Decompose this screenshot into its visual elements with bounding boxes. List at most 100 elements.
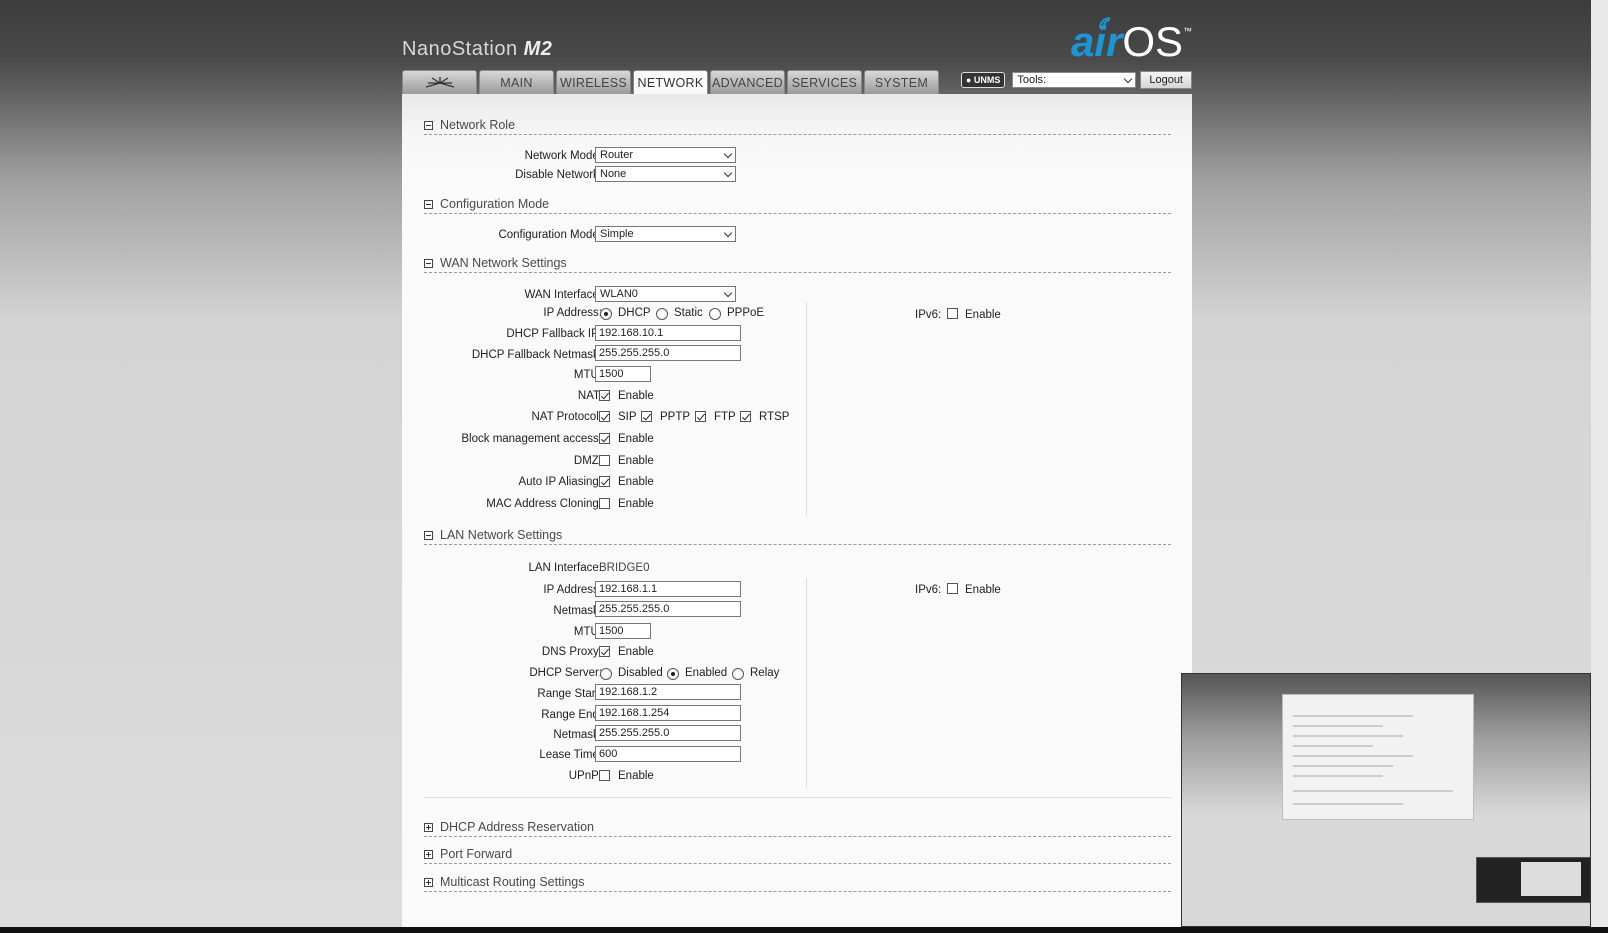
unms-button[interactable]: ● UNMS [960, 72, 1006, 88]
nat-checkbox[interactable] [599, 390, 610, 401]
collapse-icon[interactable] [424, 121, 433, 130]
divider [424, 797, 1171, 798]
configuration-mode-label: Configuration Mode: [498, 229, 602, 241]
section-port-forward[interactable]: Port Forward [424, 847, 1171, 864]
dhcp-fallback-netmask-label: DHCP Fallback Netmask: [471, 349, 602, 361]
logout-button[interactable]: Logout [1140, 71, 1192, 89]
window-preview-thumbnail[interactable] [1181, 673, 1591, 927]
range-netmask-field[interactable]: 255.255.255.0 [595, 725, 741, 741]
chevron-down-icon [723, 149, 733, 159]
page-scrollbar[interactable] [1591, 0, 1608, 927]
nat-rtsp-checkbox[interactable] [740, 411, 751, 422]
brand-name: NanoStation M2 [402, 38, 553, 60]
wan-ip-static-radio[interactable] [656, 308, 668, 320]
block-management-checkbox[interactable] [599, 433, 610, 444]
lan-netmask-field[interactable]: 255.255.255.0 [595, 601, 741, 617]
range-end-field[interactable]: 192.168.1.254 [595, 705, 741, 721]
lan-ipv6-checkbox[interactable] [947, 583, 958, 594]
nat-label: NAT: [577, 390, 602, 402]
nat-pptp-checkbox[interactable] [641, 411, 652, 422]
nat-enable-label: Enable [618, 390, 654, 402]
dmz-label: DMZ: [573, 455, 602, 467]
dhcp-server-relay-radio[interactable] [732, 668, 744, 680]
lan-mtu-field[interactable]: 1500 [595, 623, 651, 639]
auto-ip-aliasing-checkbox[interactable] [599, 476, 610, 487]
dhcp-server-enabled-radio[interactable] [667, 668, 679, 680]
nat-ftp-checkbox[interactable] [695, 411, 706, 422]
section-lan-network-settings: LAN Network Settings [424, 528, 1171, 545]
dhcp-fallback-ip-field[interactable]: 192.168.10.1 [595, 325, 741, 341]
dhcp-server-enabled-label: Enabled [685, 667, 728, 679]
expand-icon[interactable] [424, 850, 433, 859]
column-divider [806, 578, 807, 788]
wan-mtu-field[interactable]: 1500 [595, 366, 651, 382]
section-network-role: Network Role [424, 118, 1171, 135]
tab-main[interactable]: MAIN [479, 70, 554, 94]
range-netmask-label: Netmask: [553, 729, 602, 741]
expand-icon[interactable] [424, 823, 433, 832]
auto-ip-aliasing-label: Auto IP Aliasing: [518, 476, 602, 488]
dhcp-fallback-netmask-field[interactable]: 255.255.255.0 [595, 345, 741, 361]
tab-wireless[interactable]: WIRELESS [556, 70, 631, 94]
wan-ip-dhcp-radio[interactable] [600, 308, 612, 320]
tab-services[interactable]: SERVICES [787, 70, 862, 94]
mac-address-cloning-checkbox[interactable] [599, 498, 610, 509]
lan-interface-label: LAN Interface: [528, 562, 602, 574]
lan-ipv6-enable-label: Enable [965, 584, 1001, 596]
network-settings-panel: Network Role Network Mode: Router Disabl… [402, 94, 1192, 927]
top-toolbar: ● UNMS Tools: Logout [960, 71, 1192, 89]
wan-ipv6-checkbox[interactable] [947, 308, 958, 319]
lan-mtu-label: MTU: [573, 626, 602, 638]
chevron-down-icon [723, 288, 733, 298]
nat-protocol-label: NAT Protocol: [531, 411, 602, 423]
dhcp-server-label: DHCP Server: [529, 667, 602, 679]
lease-time-field[interactable]: 600 [595, 746, 741, 762]
nat-sip-checkbox[interactable] [599, 411, 610, 422]
section-dhcp-address-reservation[interactable]: DHCP Address Reservation [424, 820, 1171, 837]
main-tabs: MAIN WIRELESS NETWORK ADVANCED SERVICES … [402, 70, 941, 95]
wan-ip-pppoe-radio[interactable] [709, 308, 721, 320]
collapse-icon[interactable] [424, 531, 433, 540]
ubiquiti-logo-icon [425, 76, 454, 88]
range-end-label: Range End: [541, 709, 602, 721]
tab-network[interactable]: NETWORK [633, 70, 708, 95]
disable-network-label: Disable Network: [515, 169, 602, 181]
auto-ip-aliasing-enable-label: Enable [618, 476, 654, 488]
network-mode-label: Network Mode: [524, 150, 602, 162]
tab-system[interactable]: SYSTEM [864, 70, 939, 94]
chevron-down-icon [1124, 74, 1133, 84]
wan-ipv6-label: IPv6: [915, 309, 942, 321]
section-title: Configuration Mode [440, 197, 550, 211]
dns-proxy-checkbox[interactable] [599, 646, 610, 657]
wan-ip-dhcp-label: DHCP [618, 307, 651, 319]
lan-ip-address-field[interactable]: 192.168.1.1 [595, 581, 741, 597]
section-multicast-routing-settings[interactable]: Multicast Routing Settings [424, 875, 1171, 892]
dhcp-server-disabled-radio[interactable] [600, 668, 612, 680]
collapse-icon[interactable] [424, 259, 433, 268]
upnp-checkbox[interactable] [599, 770, 610, 781]
preview-mini-window [1476, 857, 1590, 903]
tab-advanced[interactable]: ADVANCED [710, 70, 785, 94]
dhcp-server-relay-label: Relay [750, 667, 780, 679]
range-start-field[interactable]: 192.168.1.2 [595, 684, 741, 700]
chevron-down-icon [723, 228, 733, 238]
section-title: WAN Network Settings [440, 256, 567, 270]
network-mode-select[interactable]: Router [595, 147, 736, 163]
collapse-icon[interactable] [424, 200, 433, 209]
wan-ip-pppoe-label: PPPoE [727, 307, 765, 319]
expand-icon[interactable] [424, 878, 433, 887]
configuration-mode-select[interactable]: Simple [595, 226, 736, 242]
tools-select[interactable]: Tools: [1012, 72, 1137, 88]
block-management-enable-label: Enable [618, 433, 654, 445]
section-configuration-mode: Configuration Mode [424, 197, 1171, 214]
dmz-checkbox[interactable] [599, 455, 610, 466]
wan-mtu-label: MTU: [573, 369, 602, 381]
tab-ubiquiti-logo[interactable] [402, 70, 477, 94]
taskbar-edge [0, 927, 1608, 933]
dhcp-fallback-ip-label: DHCP Fallback IP: [506, 328, 602, 340]
block-management-label: Block management access: [461, 433, 602, 445]
wan-interface-select[interactable]: WLAN0 [595, 286, 736, 302]
disable-network-select[interactable]: None [595, 166, 736, 182]
section-title: LAN Network Settings [440, 528, 563, 542]
upnp-enable-label: Enable [618, 770, 654, 782]
